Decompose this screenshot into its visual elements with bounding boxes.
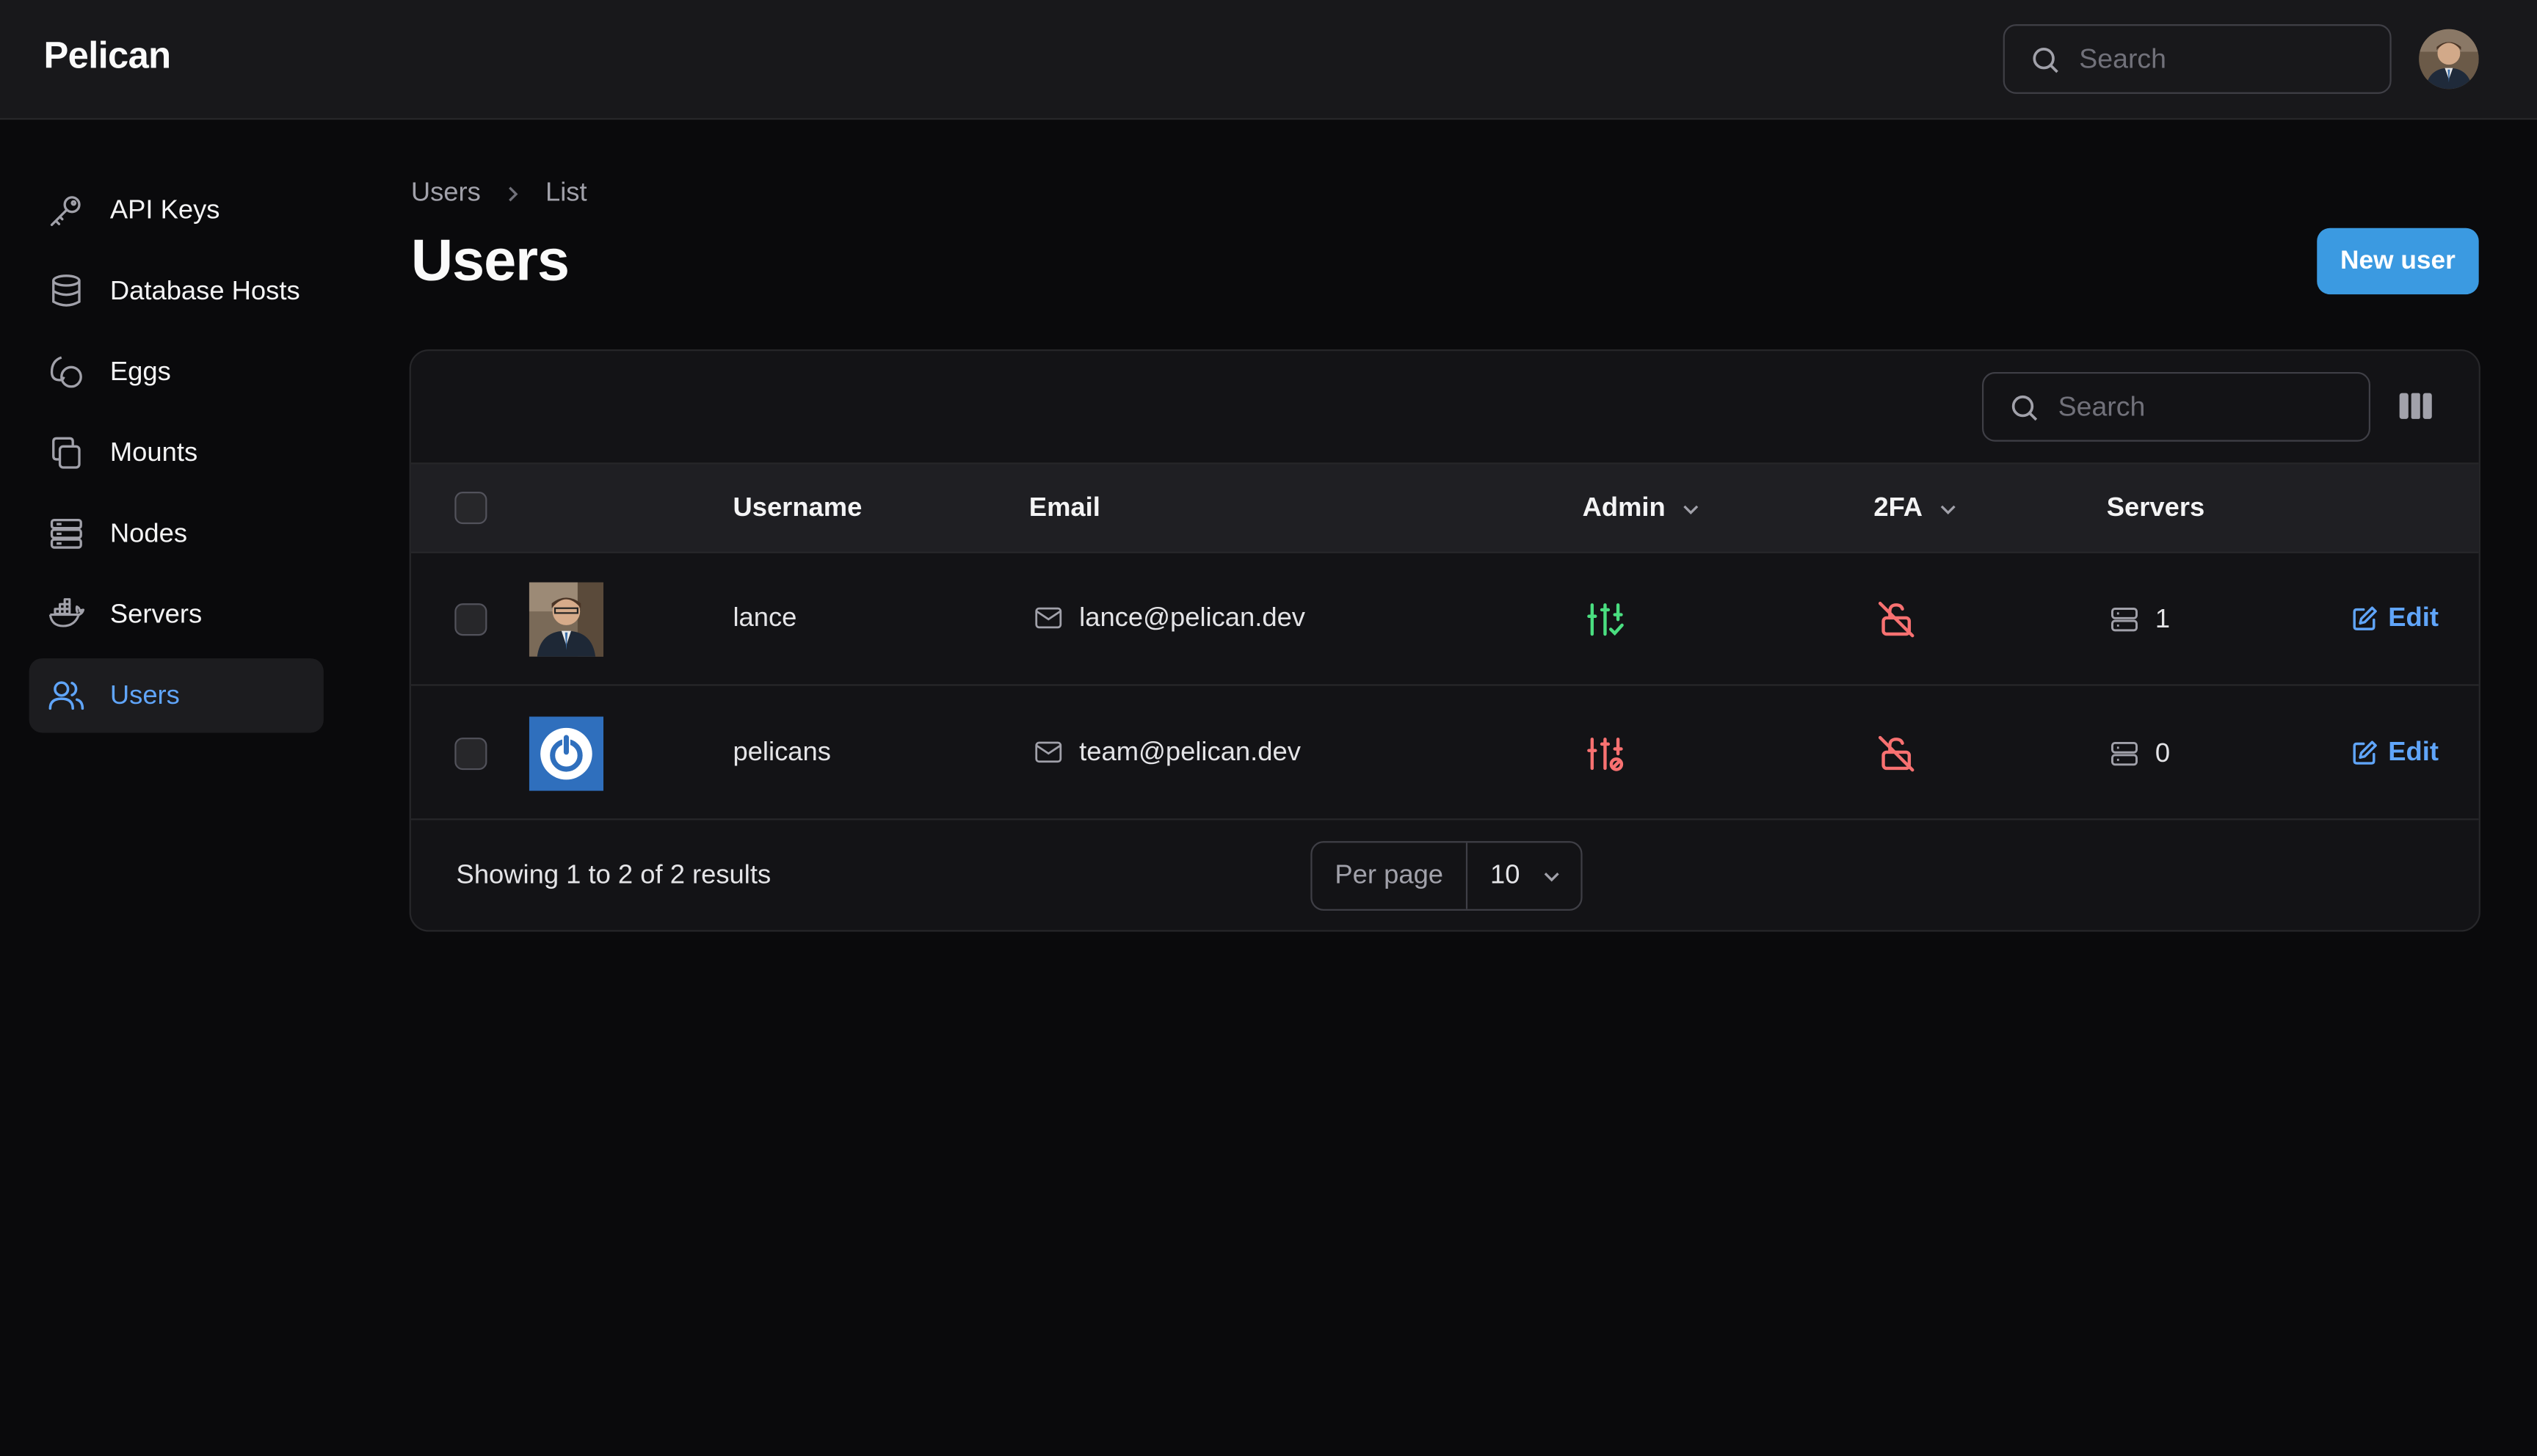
power-icon — [529, 716, 604, 791]
servers-cell: 0 — [2108, 738, 2170, 770]
servers-cell: 1 — [2108, 603, 2170, 636]
sidebar-item-label: Nodes — [109, 518, 188, 548]
user-avatar[interactable] — [2419, 29, 2479, 90]
mail-icon — [1035, 607, 1062, 629]
email-cell: lance@pelican.dev — [1032, 602, 1305, 634]
avatar — [529, 582, 604, 657]
users-table: Username Email Admin 2FA Servers — [409, 349, 2480, 932]
sidebar-item-nodes[interactable]: Nodes — [29, 497, 324, 571]
docker-icon — [46, 594, 87, 636]
row-checkbox[interactable] — [454, 738, 487, 771]
email-text: lance@pelican.dev — [1079, 603, 1305, 632]
breadcrumb-current: List — [545, 178, 587, 208]
copy-icon — [46, 432, 87, 473]
users-icon — [46, 674, 87, 716]
column-2fa[interactable]: 2FA — [1873, 493, 1958, 524]
chevron-right-icon — [504, 183, 523, 203]
email-cell: team@pelican.dev — [1032, 736, 1301, 768]
2fa-disabled-icon — [1877, 735, 1916, 774]
admin-no-icon — [1586, 735, 1625, 774]
sidebar-item-label: Servers — [109, 599, 203, 629]
table-toolbar — [410, 351, 2479, 465]
sidebar-item-label: Eggs — [109, 357, 171, 386]
results-summary: Showing 1 to 2 of 2 results — [456, 860, 772, 890]
sidebar-item-label: Database Hosts — [109, 275, 300, 305]
chevron-down-icon — [1684, 504, 1699, 514]
table-header: Username Email Admin 2FA Servers — [410, 464, 2479, 553]
edit-user-button[interactable]: Edit — [2351, 603, 2439, 634]
table-search[interactable] — [1982, 371, 2371, 442]
chevron-down-icon — [1545, 871, 1560, 881]
per-page-label: Per page — [1313, 842, 1468, 909]
mail-icon — [1035, 741, 1062, 763]
page-title: Users — [410, 226, 570, 293]
admin-yes-icon — [1586, 600, 1625, 639]
sidebar-nav: API Keys Database Hosts Eggs Mounts Node… — [29, 173, 324, 739]
egg-icon — [46, 351, 87, 393]
server-icon — [2110, 741, 2138, 766]
database-icon — [46, 270, 87, 312]
sidebar-item-label: Mounts — [109, 437, 198, 467]
server-stack-icon — [46, 513, 87, 555]
global-search-input[interactable] — [2079, 26, 2371, 92]
chevron-down-icon — [1941, 504, 1956, 514]
2fa-disabled-icon — [1877, 600, 1916, 639]
sidebar-item-api-keys[interactable]: API Keys — [29, 173, 324, 247]
column-servers: Servers — [2106, 493, 2205, 523]
server-icon — [2110, 608, 2138, 632]
select-all-checkbox[interactable] — [454, 492, 487, 525]
username-cell: lance — [733, 603, 797, 633]
breadcrumb-root-link[interactable]: Users — [411, 178, 481, 208]
per-page-control: Per page 10 — [1310, 841, 1583, 911]
key-icon — [46, 189, 87, 231]
avatar — [529, 716, 604, 791]
sidebar-item-servers[interactable]: Servers — [29, 578, 324, 652]
new-user-button[interactable]: New user — [2317, 228, 2479, 295]
edit-user-button[interactable]: Edit — [2351, 738, 2439, 768]
column-email: Email — [1028, 493, 1100, 523]
sidebar-item-mounts[interactable]: Mounts — [29, 415, 324, 489]
edit-icon — [2353, 740, 2377, 765]
username-cell: pelicans — [733, 738, 831, 767]
sidebar-item-label: Users — [109, 680, 180, 710]
row-checkbox[interactable] — [454, 603, 487, 636]
table-row[interactable]: lance lance@pelican.dev 1 Edit — [410, 553, 2479, 686]
email-text: team@pelican.dev — [1079, 736, 1301, 766]
brand-logo[interactable]: Pelican — [44, 34, 172, 78]
sidebar-item-label: API Keys — [109, 194, 220, 225]
search-icon — [2033, 48, 2058, 73]
edit-icon — [2353, 606, 2377, 630]
sidebar-item-database-hosts[interactable]: Database Hosts — [29, 254, 324, 328]
table-search-input[interactable] — [2058, 374, 2350, 440]
table-footer: Showing 1 to 2 of 2 results Per page 10 — [411, 820, 2479, 930]
column-admin[interactable]: Admin — [1583, 493, 1702, 524]
top-bar: Pelican — [0, 0, 2537, 120]
sidebar-item-eggs[interactable]: Eggs — [29, 335, 324, 409]
global-search[interactable] — [2003, 24, 2392, 94]
per-page-select[interactable]: 10 — [1467, 842, 1580, 909]
servers-count: 1 — [2155, 604, 2171, 633]
servers-count: 0 — [2155, 738, 2171, 768]
column-username: Username — [733, 493, 863, 523]
table-row[interactable]: pelicans team@pelican.dev 0 Edit — [410, 688, 2479, 820]
columns-toggle-icon[interactable] — [2398, 390, 2433, 430]
search-icon — [2011, 395, 2038, 421]
sidebar-item-users[interactable]: Users — [29, 658, 324, 733]
breadcrumb: Users List — [411, 178, 587, 208]
